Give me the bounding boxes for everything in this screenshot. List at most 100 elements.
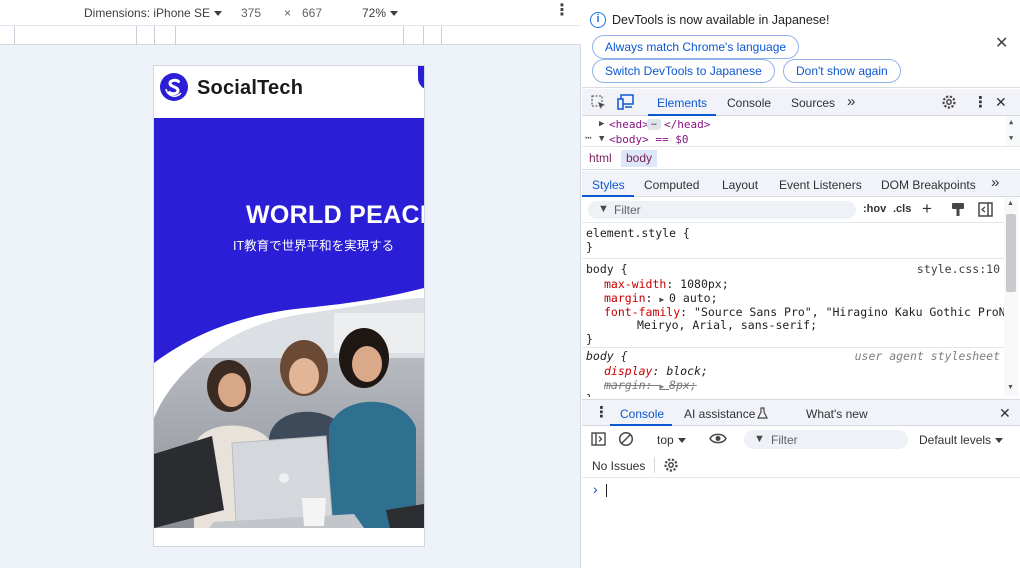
toggle-sidebar-icon[interactable]	[978, 202, 993, 217]
rule-close-brace: }	[586, 392, 593, 397]
tab-event-listeners[interactable]: Event Listeners	[779, 178, 862, 192]
property-name: margin	[604, 378, 646, 392]
tab-elements[interactable]: Elements	[657, 96, 707, 110]
console-filter-input[interactable]: ▼ Filter	[744, 430, 908, 449]
console-sidebar-icon[interactable]	[591, 432, 606, 446]
width-input[interactable]: 375	[241, 6, 261, 20]
declaration-display[interactable]: display: block;	[604, 364, 708, 378]
settings-gear-icon[interactable]	[941, 94, 957, 110]
filter-placeholder: Filter	[614, 203, 641, 217]
console-prompt-icon: ›	[593, 481, 598, 497]
breadcrumb-html[interactable]: html	[584, 150, 617, 167]
expand-triangle-icon[interactable]: ▶	[659, 382, 669, 391]
close-drawer-icon[interactable]: ✕	[999, 405, 1011, 422]
styles-scrollbar-thumb[interactable]	[1006, 214, 1016, 292]
tab-computed[interactable]: Computed	[644, 178, 699, 192]
info-icon: i	[590, 12, 606, 28]
more-options-icon[interactable]: ⋮	[973, 93, 988, 111]
media-query-ruler[interactable]	[0, 26, 581, 45]
dom-node-head-open[interactable]: <head>	[609, 118, 649, 131]
tab-layout[interactable]: Layout	[722, 178, 758, 192]
device-dimensions-dropdown[interactable]: Dimensions: iPhone SE	[84, 6, 223, 20]
clear-console-icon[interactable]	[618, 431, 634, 447]
chevron-down-icon	[995, 438, 1004, 444]
scroll-up-icon[interactable]: ▲	[1009, 118, 1013, 126]
drawer-menu-icon[interactable]: ⋮	[594, 403, 609, 421]
ruler-tick	[14, 26, 15, 45]
styles-filter-input[interactable]: ▼ Filter	[588, 201, 856, 219]
declaration-font-family-continued: Meiryo, Arial, sans-serif;	[637, 318, 818, 332]
property-name: font-family	[604, 305, 681, 319]
expand-triangle-icon[interactable]: ▶	[599, 119, 604, 129]
dom-node-head-close[interactable]: </head>	[664, 118, 710, 131]
filter-funnel-icon: ▼	[598, 203, 609, 215]
declaration-max-width[interactable]: max-width: 1080px;	[604, 277, 729, 291]
drawer-tab-whats-new[interactable]: What's new	[806, 407, 868, 421]
socialtech-logo-icon[interactable]	[160, 73, 188, 101]
dom-tree-scrollbar[interactable]: ▲ ▼	[1006, 116, 1020, 146]
tab-styles[interactable]: Styles	[592, 178, 625, 192]
property-value: 0 auto;	[669, 291, 718, 305]
close-devtools-icon[interactable]: ✕	[995, 94, 1007, 111]
dont-show-again-button[interactable]: Don't show again	[783, 59, 901, 83]
declaration-margin[interactable]: margin: ▶ 0 auto;	[604, 291, 718, 305]
site-logo-text[interactable]: SocialTech	[197, 77, 303, 100]
live-expression-eye-icon[interactable]	[709, 432, 727, 445]
ruler-tick	[403, 26, 404, 45]
scroll-down-icon[interactable]: ▼	[1007, 384, 1014, 391]
more-subtabs-icon[interactable]: »	[991, 174, 999, 191]
declaration-font-family[interactable]: font-family: "Source Sans Pro", "Hiragin…	[604, 305, 1006, 319]
rule-source-link[interactable]: style.css:10	[917, 262, 1000, 276]
console-settings-gear-icon[interactable]	[663, 457, 679, 473]
property-value: block;	[666, 364, 708, 378]
close-infobar-icon[interactable]: ✕	[995, 36, 1008, 52]
tab-sources[interactable]: Sources	[791, 96, 835, 110]
new-style-rule-icon[interactable]: +	[922, 199, 932, 219]
height-input[interactable]: 667	[302, 6, 322, 20]
more-tabs-icon[interactable]: »	[847, 93, 855, 110]
drawer-tab-ai-assistance[interactable]: AI assistance	[684, 407, 755, 421]
log-levels-dropdown[interactable]: Default levels	[919, 433, 1004, 447]
breadcrumb: html body	[582, 146, 1020, 170]
switch-to-japanese-button[interactable]: Switch DevTools to Japanese	[592, 59, 775, 83]
paint-brush-icon[interactable]	[951, 202, 965, 217]
tab-dom-breakpoints[interactable]: DOM Breakpoints	[881, 178, 976, 192]
ruler-tick	[423, 26, 424, 45]
zoom-dropdown[interactable]: 72%	[362, 6, 399, 20]
always-match-language-button[interactable]: Always match Chrome's language	[592, 35, 800, 59]
cls-toggle[interactable]: .cls	[893, 203, 911, 215]
tab-console[interactable]: Console	[727, 96, 771, 110]
toolbar-divider	[654, 457, 655, 473]
more-options-icon[interactable]: ⋮	[554, 3, 570, 19]
property-name: display	[604, 364, 653, 378]
rule-divider	[582, 347, 1006, 348]
chevron-down-icon	[214, 11, 223, 17]
scroll-up-icon[interactable]: ▲	[1007, 200, 1014, 207]
property-value: 1080px;	[680, 277, 729, 291]
console-output[interactable]: ›	[582, 478, 1020, 568]
console-toolbar: top ▼ Filter Default levels	[582, 426, 1020, 453]
drawer-tab-console[interactable]: Console	[620, 407, 664, 421]
expand-triangle-icon[interactable]: ▶	[659, 295, 669, 304]
node-ellipsis-icon[interactable]: ⋯	[585, 131, 592, 144]
scroll-down-icon[interactable]: ▼	[1009, 134, 1013, 142]
ruler-tick	[441, 26, 442, 45]
hov-toggle[interactable]: :hov	[863, 203, 886, 215]
console-input-caret[interactable]	[606, 484, 607, 497]
language-infobar: i DevTools is now available in Japanese!…	[582, 0, 1020, 88]
styles-tab-bar: Styles Computed Layout Event Listeners D…	[582, 171, 1020, 197]
emulated-device-viewport[interactable]: SocialTech WORLD PEACE IT教育で世界平和を実現する	[153, 65, 425, 547]
collapsed-ellipsis-icon[interactable]: …	[647, 119, 661, 130]
device-toolbar-icon[interactable]	[617, 94, 635, 110]
breadcrumb-body[interactable]: body	[621, 150, 658, 167]
collapse-triangle-icon[interactable]: ▼	[599, 134, 604, 144]
rule-source-label: user agent stylesheet	[854, 349, 1000, 363]
issues-count-label[interactable]: No Issues	[592, 459, 645, 473]
dom-node-body[interactable]: <body> == $0	[609, 133, 688, 146]
property-name: max-width	[604, 277, 667, 291]
context-selector[interactable]: top	[657, 433, 686, 447]
declaration-margin-overridden[interactable]: margin: ▶ 8px;	[604, 378, 697, 392]
hero-section: WORLD PEACE IT教育で世界平和を実現する	[154, 118, 424, 528]
ruler-tick	[136, 26, 137, 45]
inspect-element-icon[interactable]	[591, 95, 606, 110]
